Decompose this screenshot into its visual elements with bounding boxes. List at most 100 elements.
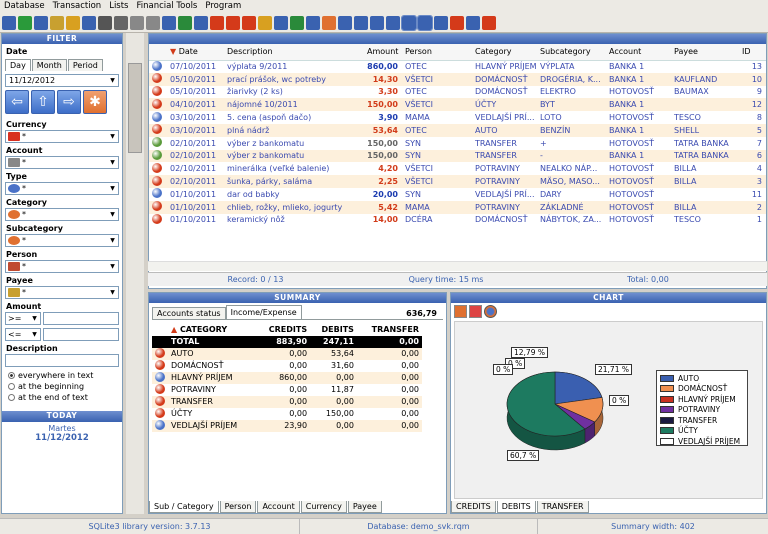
col-category[interactable]: Category: [472, 44, 537, 61]
column-chart-icon[interactable]: [469, 305, 482, 318]
tab-person[interactable]: Person: [219, 501, 257, 513]
calc-icon[interactable]: [130, 15, 144, 30]
table-row[interactable]: 02/10/2011 minerálka (veľké balenie) 4,20 V…: [149, 162, 766, 175]
folder-icon[interactable]: [66, 15, 80, 30]
menu-financial-tools[interactable]: Financial Tools: [133, 0, 202, 13]
summary-row[interactable]: POTRAVINY 0,00 11,87 0,00: [152, 383, 422, 396]
col-date[interactable]: ▼ Date: [167, 44, 224, 61]
eye-icon[interactable]: [98, 15, 112, 30]
menu-transaction[interactable]: Transaction: [49, 0, 106, 13]
splitter-handle[interactable]: [128, 63, 142, 153]
view2-icon[interactable]: [417, 14, 433, 31]
db2-icon[interactable]: [34, 15, 48, 30]
table-row[interactable]: 01/10/2011 dar od babky 20,00 SYN VEDLAJŠÍ P…: [149, 188, 766, 201]
up-arrow-icon[interactable]: ⇧: [31, 90, 55, 114]
summary-row[interactable]: TRANSFER 0,00 0,00 0,00: [152, 395, 422, 408]
summary-col-transfer[interactable]: TRANSFER: [357, 324, 422, 336]
tab-transfer[interactable]: TRANSFER: [536, 501, 589, 513]
pie-chart-icon[interactable]: [484, 305, 497, 318]
graph-icon[interactable]: [210, 15, 224, 30]
comments-icon[interactable]: [114, 15, 128, 30]
summary-row[interactable]: HLAVNÝ PRÍJEM 860,00 0,00 0,00: [152, 371, 422, 384]
col-subcategory[interactable]: Subcategory: [537, 44, 606, 61]
person-combo[interactable]: * ▼: [5, 260, 119, 273]
tree-icon[interactable]: [290, 15, 304, 30]
bank-icon[interactable]: [306, 15, 320, 30]
tag-icon[interactable]: [322, 15, 336, 30]
cal-icon[interactable]: [354, 15, 368, 30]
category-combo[interactable]: * ▼: [5, 208, 119, 221]
account-combo[interactable]: * ▼: [5, 156, 119, 169]
menu-program[interactable]: Program: [201, 0, 245, 13]
menu-database[interactable]: Database: [0, 0, 49, 13]
summary-col-category[interactable]: ▲ CATEGORY: [168, 324, 256, 336]
users-icon[interactable]: [274, 15, 288, 30]
table-row[interactable]: 02/10/2011 výber z bankomatu 150,00 SYN TRAN…: [149, 149, 766, 163]
doc-icon[interactable]: [162, 15, 176, 30]
refresh-icon[interactable]: [18, 15, 32, 30]
subcategory-combo[interactable]: * ▼: [5, 234, 119, 247]
table-row[interactable]: 07/10/2011 výplata 9/2011 860,00 OTEC HLAVNÝ…: [149, 60, 766, 73]
table-row[interactable]: 04/10/2011 nájomné 10/2011 150,00 VŠETCI ÚČT…: [149, 98, 766, 112]
summary-col-credits[interactable]: CREDITS: [256, 324, 310, 336]
lock-icon[interactable]: [50, 15, 64, 30]
screen-icon[interactable]: [386, 15, 400, 30]
amount-min-input[interactable]: [43, 312, 119, 325]
table-row[interactable]: 02/10/2011 šunka, párky, saláma 2,25 VŠETCI…: [149, 175, 766, 188]
tab-accounts-status[interactable]: Accounts status: [152, 307, 226, 319]
power-icon[interactable]: [482, 15, 496, 30]
col-description[interactable]: Description: [224, 44, 364, 61]
table-row[interactable]: 01/10/2011 keramický nôž 14,00 DCÉRA DOMÁCNO…: [149, 213, 766, 227]
next-arrow-icon[interactable]: ⇨: [57, 90, 81, 114]
table-row[interactable]: 02/10/2011 výber z bankomatu 150,00 SYN TRAN…: [149, 137, 766, 150]
col-payee[interactable]: Payee: [671, 44, 739, 61]
currency-combo[interactable]: * ▼: [5, 130, 119, 143]
excel-icon[interactable]: [178, 15, 192, 30]
col-amount[interactable]: Amount: [364, 44, 402, 61]
save-icon[interactable]: [82, 15, 96, 30]
amount-op1[interactable]: >= ▼: [5, 312, 41, 325]
radio-everywhere[interactable]: everywhere in text: [2, 370, 122, 381]
grid-hscrollbar[interactable]: [148, 261, 767, 271]
amount-op2[interactable]: <= ▼: [5, 328, 41, 341]
table-icon[interactable]: [338, 15, 352, 30]
tab-debits[interactable]: DEBITS: [496, 501, 536, 513]
globe-icon[interactable]: [450, 15, 464, 30]
col-id[interactable]: ID: [739, 44, 766, 61]
summary-row[interactable]: DOMÁCNOSŤ 0,00 31,60 0,00: [152, 359, 422, 372]
summary-row[interactable]: VEDLAJŠÍ PRÍJEM 23,90 0,00 0,00: [152, 419, 422, 432]
col-account[interactable]: Account: [606, 44, 671, 61]
bar-chart-icon[interactable]: [454, 305, 467, 318]
help-icon[interactable]: [434, 15, 448, 30]
tab-day[interactable]: Day: [5, 59, 31, 71]
table-row[interactable]: 05/10/2011 žiarivky (2 ks) 3,30 OTEC DOMÁCNO…: [149, 85, 766, 99]
table-row[interactable]: 03/10/2011 plná nádrž 53,64 OTEC AUTO BENZÍN B…: [149, 123, 766, 137]
list-icon[interactable]: [370, 15, 384, 30]
summary-col-debits[interactable]: DEBITS: [310, 324, 357, 336]
radio-end[interactable]: at the end of text: [2, 392, 122, 403]
tab-credits[interactable]: CREDITS: [451, 501, 496, 513]
menu-lists[interactable]: Lists: [105, 0, 132, 13]
view1-icon[interactable]: [401, 14, 417, 31]
db-icon[interactable]: [2, 15, 16, 30]
summary-row[interactable]: AUTO 0,00 53,64 0,00: [152, 347, 422, 360]
type-combo[interactable]: * ▼: [5, 182, 119, 195]
table-row[interactable]: 03/10/2011 5. cena (aspoň dačo) 3,90 MAMA VE…: [149, 111, 766, 124]
filter-apply-icon[interactable]: ✱: [83, 90, 107, 114]
gem-icon[interactable]: [226, 15, 240, 30]
tab-month[interactable]: Month: [31, 59, 67, 71]
grid-icon[interactable]: [146, 15, 160, 30]
date-combo[interactable]: 11/12/2012 ▼: [5, 74, 119, 87]
cart-icon[interactable]: [242, 15, 256, 30]
col-person[interactable]: Person: [402, 44, 472, 61]
table-row[interactable]: 01/10/2011 chlieb, rožky, mlieko, jogurty…: [149, 200, 766, 214]
tab-account[interactable]: Account: [257, 501, 300, 513]
radio-beginning[interactable]: at the beginning: [2, 381, 122, 392]
xml-icon[interactable]: [194, 15, 208, 30]
tab-income-expense[interactable]: Income/Expense: [225, 305, 302, 319]
info-icon[interactable]: [466, 15, 480, 30]
pencil-icon[interactable]: [258, 15, 272, 30]
table-row[interactable]: 05/10/2011 prací prášok, wc potreby 14,30 V…: [149, 72, 766, 86]
amount-max-input[interactable]: [43, 328, 119, 341]
tab-currency[interactable]: Currency: [300, 501, 347, 513]
